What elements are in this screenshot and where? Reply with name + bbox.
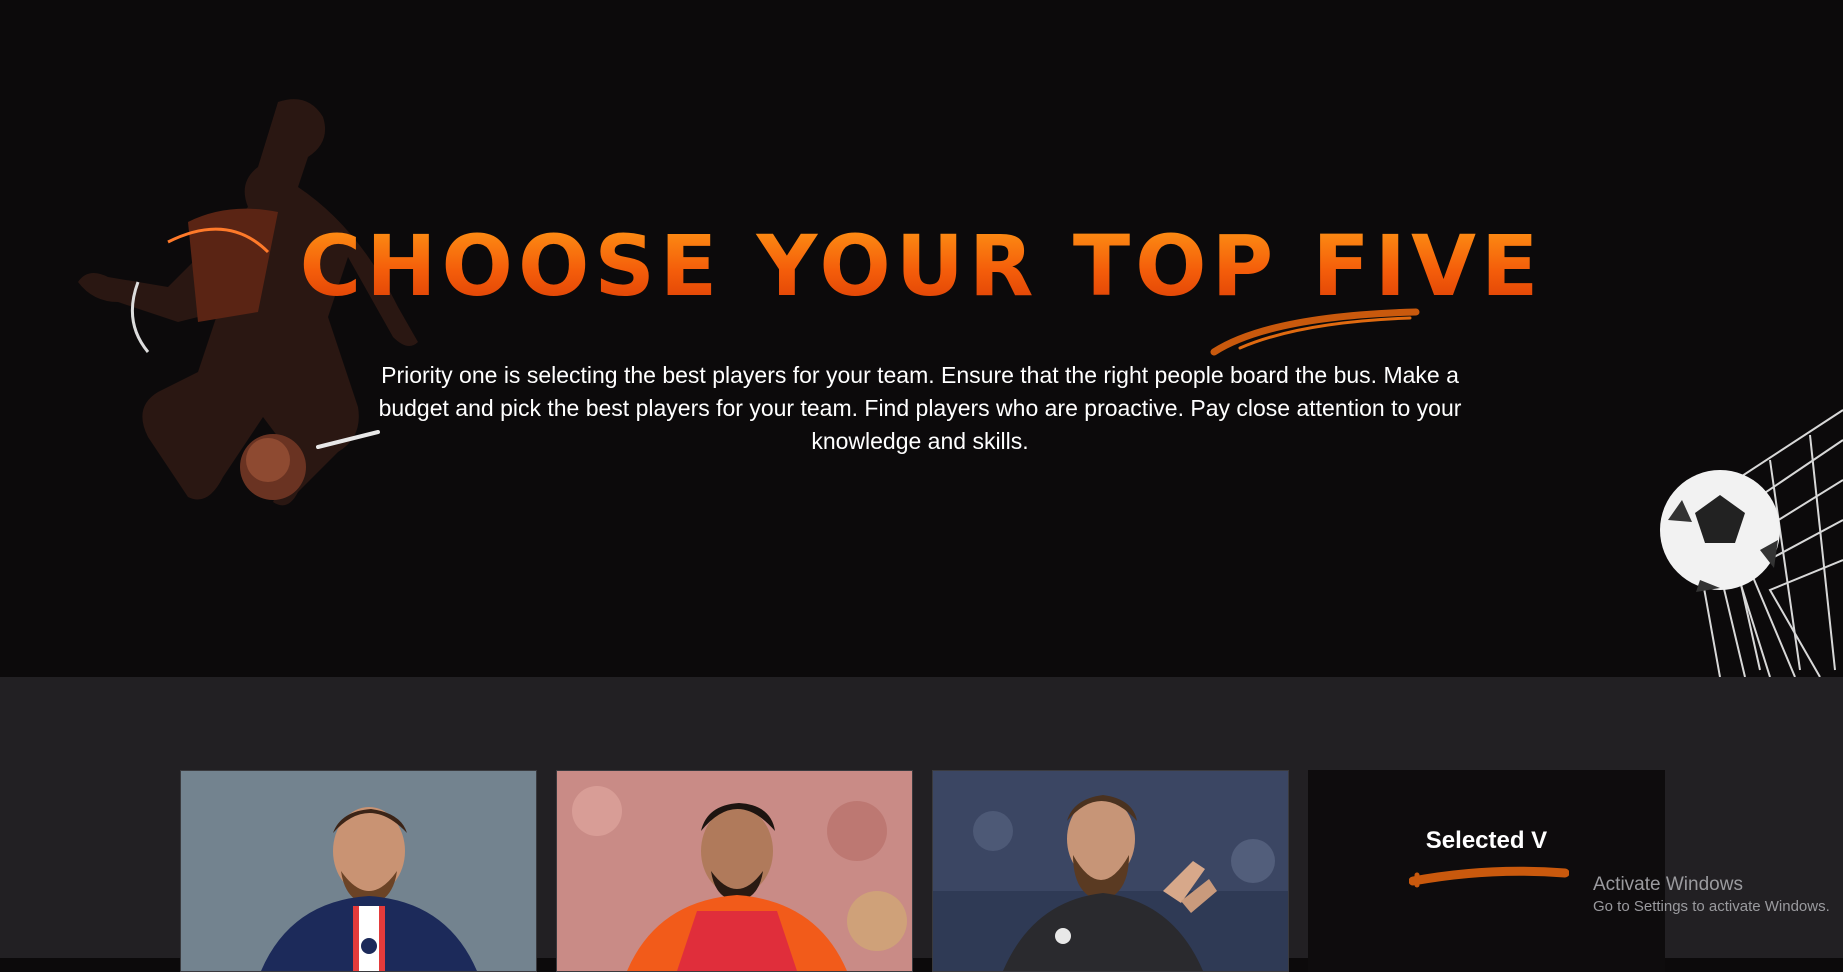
selected-underline-swoosh <box>1409 866 1569 888</box>
player-card[interactable] <box>556 770 913 972</box>
goal-net-illustration <box>1660 409 1843 677</box>
player-card[interactable] <box>932 770 1289 972</box>
footballer-illustration <box>78 99 418 506</box>
player-photo <box>181 771 536 971</box>
player-photo <box>557 771 912 971</box>
title-underline-swoosh <box>1210 308 1420 356</box>
selected-label: Selected V <box>1425 827 1548 854</box>
windows-activation-watermark: Activate Windows Go to Settings to activ… <box>1593 873 1830 917</box>
player-photo <box>933 771 1288 971</box>
hero-section: CHOOSE YOUR TOP FIVE Priority one is sel… <box>0 0 1843 677</box>
page-title: CHOOSE YOUR TOP FIVE <box>0 218 1843 314</box>
hero-description: Priority one is selecting the best playe… <box>378 362 1462 454</box>
player-cards-section: Selected V <box>0 677 1843 972</box>
activation-title: Activate Windows <box>1593 874 1743 895</box>
selected-card[interactable]: Selected V <box>1308 770 1665 972</box>
player-card[interactable] <box>180 770 537 972</box>
activation-subtitle: Go to Settings to activate Windows. <box>1593 898 1830 915</box>
